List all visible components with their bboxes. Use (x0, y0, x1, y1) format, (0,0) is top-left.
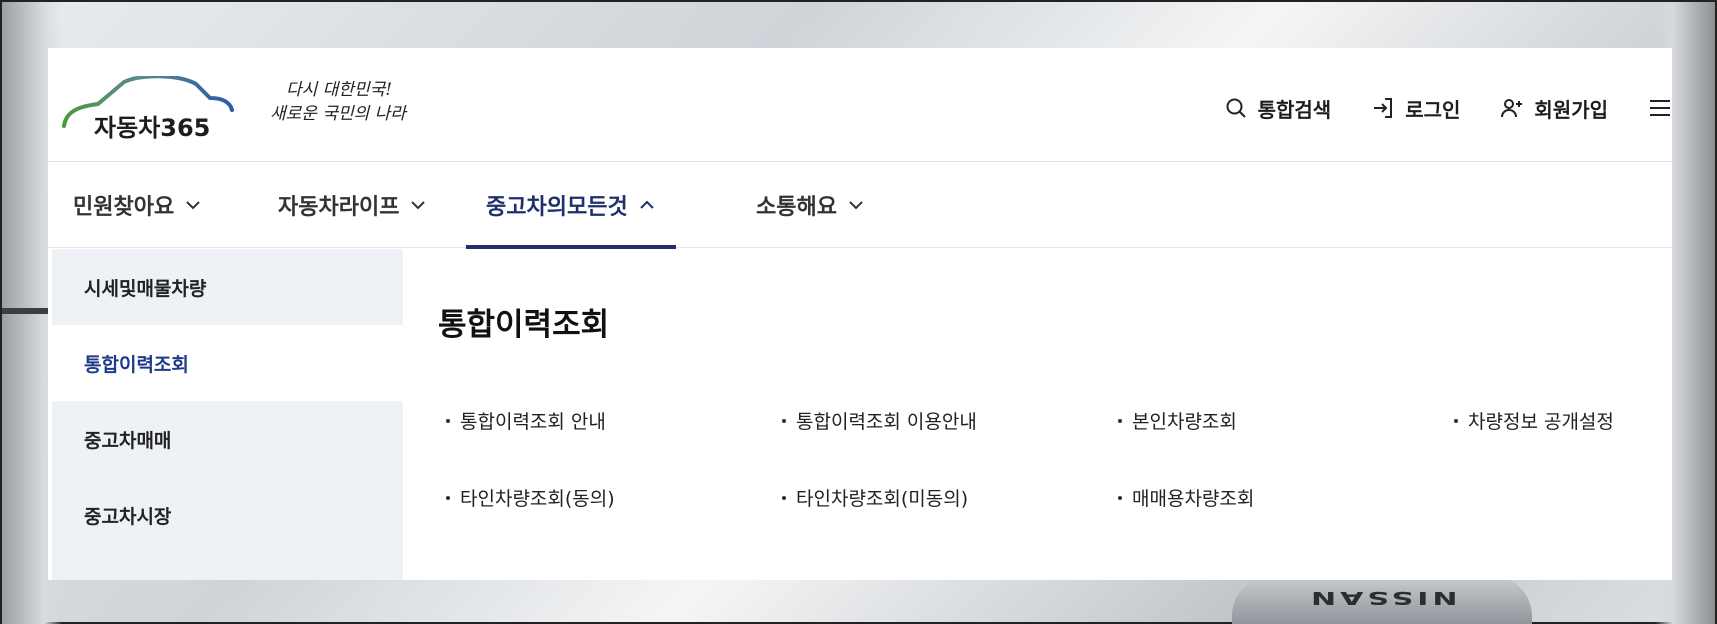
link-disclosure-settings[interactable]: 차량정보 공개설정 (1454, 407, 1614, 434)
site-panel: 자동차365 다시 대한민국! 새로운 국민의 나라 통합검색 로그인 회원가입… (48, 48, 1672, 580)
logo-text: 자동차365 (94, 114, 211, 142)
link-other-vehicle-consent[interactable]: 타인차량조회(동의) (446, 484, 615, 511)
link-label: 타인차량조회(동의) (460, 488, 615, 510)
sidebar-item-label: 중고차시장 (84, 505, 172, 528)
gnb-item-car-life[interactable]: 자동차라이프 (278, 162, 427, 248)
signup-label: 회원가입 (1534, 97, 1608, 122)
gnb-item-used-car[interactable]: 중고차의모든것 (466, 162, 676, 249)
sidebar-item-history[interactable]: 통합이력조회 (52, 325, 403, 401)
link-label: 매매용차량조회 (1132, 488, 1255, 510)
link-history-guide[interactable]: 통합이력조회 안내 (446, 407, 606, 434)
submenu-content: 통합이력조회 통합이력조회 안내 통합이력조회 이용안내 본인차량조회 차량정보… (438, 249, 1668, 580)
search-label: 통합검색 (1257, 97, 1332, 122)
sidebar-item-label: 중고차매매 (84, 429, 172, 452)
chevron-down-icon (186, 201, 200, 210)
search-icon (1226, 98, 1246, 118)
link-label: 통합이력조회 안내 (460, 411, 606, 433)
link-history-usage[interactable]: 통합이력조회 이용안내 (782, 407, 977, 434)
signup-button[interactable]: 회원가입 (1500, 94, 1608, 123)
bullet-icon (782, 418, 786, 423)
link-label: 통합이력조회 이용안내 (796, 411, 977, 433)
login-label: 로그인 (1405, 97, 1461, 122)
slogan-line-1: 다시 대한민국! (286, 80, 393, 100)
bullet-icon (1118, 418, 1122, 423)
submenu-title: 통합이력조회 (438, 307, 610, 343)
bullet-icon (1454, 418, 1458, 423)
slogan-line-2: 새로운 국민의 나라 (270, 104, 406, 124)
header-utilities: 통합검색 로그인 회원가입 (1224, 94, 1672, 122)
background-trim (2, 308, 54, 314)
sidebar-item-label: 통합이력조회 (84, 353, 189, 376)
link-trade-vehicle[interactable]: 매매용차량조회 (1118, 484, 1254, 511)
link-label: 차량정보 공개설정 (1468, 411, 1614, 433)
link-other-vehicle-no-consent[interactable]: 타인차량조회(미동의) (782, 484, 968, 511)
sidebar-item-market[interactable]: 중고차시장 (52, 477, 403, 553)
chevron-down-icon (411, 201, 426, 210)
chevron-down-icon (849, 201, 863, 210)
gnb-label: 민원찾아요 (73, 195, 175, 220)
gnb-label: 소통해요 (756, 195, 837, 220)
gnb-item-civil-affairs[interactable]: 민원찾아요 (73, 162, 202, 248)
bullet-icon (1118, 495, 1122, 500)
bullet-icon (446, 418, 450, 423)
login-icon (1374, 98, 1393, 118)
background-car-badge: NISSAN (1232, 576, 1532, 624)
link-own-vehicle[interactable]: 본인차량조회 (1118, 407, 1237, 434)
chevron-up-icon (639, 200, 654, 209)
search-button[interactable]: 통합검색 (1224, 94, 1332, 123)
gnb-label: 중고차의모든것 (486, 195, 628, 220)
all-menu-button[interactable] (1648, 96, 1672, 120)
sidebar-item-market-price[interactable]: 시세및매물차량 (52, 249, 403, 325)
sidebar-item-trade[interactable]: 중고차매매 (52, 401, 403, 477)
user-plus-icon (1501, 99, 1523, 118)
link-label: 타인차량조회(미동의) (796, 488, 969, 510)
site-header: 자동차365 다시 대한민국! 새로운 국민의 나라 통합검색 로그인 회원가입 (48, 48, 1672, 162)
gnb-label: 자동차라이프 (278, 195, 400, 220)
sidebar-item-label: 시세및매물차량 (84, 277, 207, 300)
bullet-icon (446, 495, 450, 500)
slogan: 다시 대한민국! 새로운 국민의 나라 (270, 78, 420, 138)
submenu-sidebar: 시세및매물차량 통합이력조회 중고차매매 중고차시장 (52, 249, 403, 580)
main-navigation: 민원찾아요 자동차라이프 중고차의모든것 소통해요 (48, 162, 1672, 249)
gnb-item-communication[interactable]: 소통해요 (756, 162, 865, 248)
bullet-icon (782, 495, 786, 500)
link-label: 본인차량조회 (1132, 411, 1237, 433)
login-button[interactable]: 로그인 (1371, 94, 1460, 123)
background-badge-text: NISSAN (1306, 587, 1458, 608)
hamburger-icon (1650, 100, 1670, 116)
